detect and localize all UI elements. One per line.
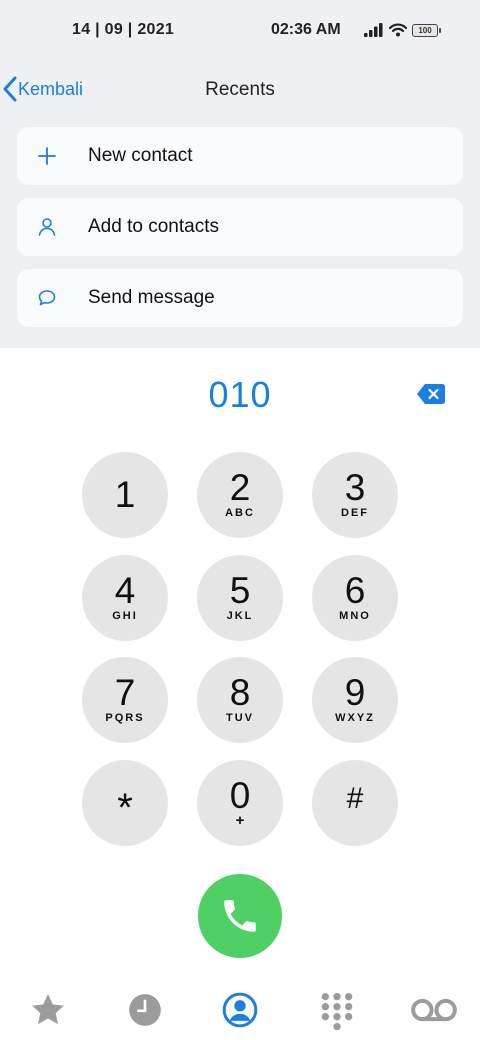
key-0[interactable]: 0 + <box>197 760 283 846</box>
key-digit: 2 <box>229 467 251 508</box>
phone-icon <box>224 900 256 932</box>
key-star[interactable]: * <box>82 760 168 846</box>
key-letters: ABC <box>225 507 255 519</box>
status-bar: 14 | 09 | 2021 02:36 AM 100 <box>0 0 480 60</box>
wifi-icon <box>389 23 407 37</box>
key-digit: 7 <box>114 672 136 713</box>
backspace-icon <box>417 384 445 404</box>
key-7[interactable]: 7 PQRS <box>82 657 168 743</box>
key-letters: PQRS <box>105 712 145 724</box>
key-digit: 8 <box>229 672 251 713</box>
add-to-contacts-label: Add to contacts <box>88 216 219 237</box>
key-3[interactable]: 3 DEF <box>312 452 398 538</box>
key-digit: 3 <box>344 467 366 508</box>
new-contact-label: New contact <box>88 145 193 166</box>
send-message-label: Send message <box>88 287 215 308</box>
key-9[interactable]: 9 WXYZ <box>312 657 398 743</box>
key-digit: 6 <box>344 570 366 611</box>
battery-icon: 100 <box>412 23 441 37</box>
tab-keypad[interactable] <box>317 990 357 1031</box>
tab-recents[interactable] <box>125 990 165 1030</box>
page-title: Recents <box>205 79 275 100</box>
message-bubble-icon <box>38 290 56 306</box>
navigation-bar: Kembali Recents <box>0 66 480 110</box>
key-6[interactable]: 6 MNO <box>312 555 398 641</box>
keypad-grid-icon <box>321 993 353 1031</box>
key-letters: DEF <box>341 507 369 519</box>
key-letters: + <box>235 812 245 829</box>
key-5[interactable]: 5 JKL <box>197 555 283 641</box>
backspace-button[interactable] <box>416 383 446 405</box>
clock-icon <box>129 994 161 1026</box>
key-digit: 4 <box>114 570 136 611</box>
key-letters: WXYZ <box>335 712 375 724</box>
call-button[interactable] <box>198 874 282 958</box>
dialed-number: 010 <box>208 374 272 415</box>
key-letters: TUV <box>226 712 254 724</box>
new-contact-button[interactable]: New contact <box>17 127 463 185</box>
person-circle-icon <box>222 992 258 1028</box>
status-icons: 100 <box>364 21 441 39</box>
key-4[interactable]: 4 GHI <box>82 555 168 641</box>
key-digit: 0 <box>229 775 251 816</box>
voicemail-icon <box>411 998 457 1022</box>
signal-icon <box>364 23 383 37</box>
top-panel: 14 | 09 | 2021 02:36 AM 100 Kembali Rece… <box>0 0 480 348</box>
key-1[interactable]: 1 <box>82 452 168 538</box>
key-letters: JKL <box>226 610 254 622</box>
key-letters: GHI <box>112 610 138 622</box>
battery-level: 100 <box>418 25 432 35</box>
plus-icon <box>38 147 56 165</box>
tab-contacts[interactable] <box>220 990 260 1030</box>
star-icon <box>32 994 64 1025</box>
tab-voicemail[interactable] <box>408 990 460 1030</box>
tab-bar <box>0 984 480 1040</box>
tab-favorites[interactable] <box>28 990 68 1030</box>
key-digit: 1 <box>114 474 136 515</box>
key-digit: # <box>346 782 364 815</box>
key-letters: MNO <box>339 610 371 622</box>
status-time: 02:36 AM <box>271 21 341 38</box>
key-digit: * <box>117 786 133 830</box>
key-digit: 5 <box>229 570 251 611</box>
key-8[interactable]: 8 TUV <box>197 657 283 743</box>
key-hash[interactable]: # <box>312 760 398 846</box>
status-date: 14 | 09 | 2021 <box>72 21 175 38</box>
add-to-contacts-button[interactable]: Add to contacts <box>17 198 463 256</box>
person-icon <box>38 218 56 236</box>
send-message-button[interactable]: Send message <box>17 269 463 327</box>
key-2[interactable]: 2 ABC <box>197 452 283 538</box>
key-digit: 9 <box>344 672 366 713</box>
